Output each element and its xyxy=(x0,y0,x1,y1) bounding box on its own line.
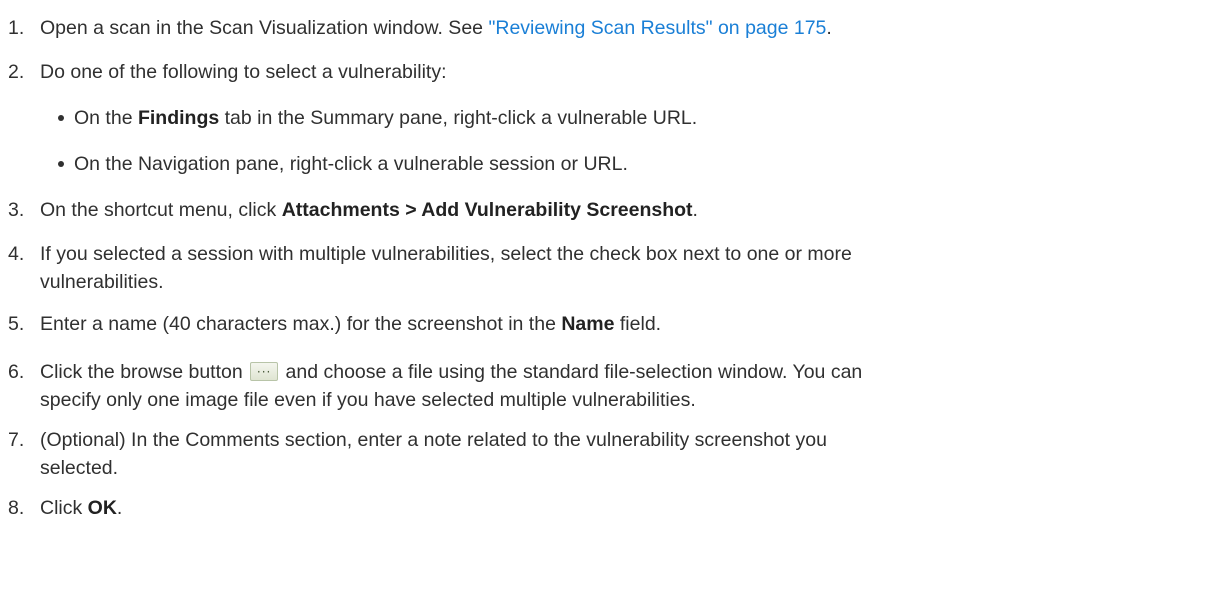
bullet-text: On the Navigation pane, right-click a vu… xyxy=(74,153,628,175)
step-text-line-1: If you selected a session with multiple … xyxy=(40,243,852,265)
step-1: 1. Open a scan in the Scan Visualization… xyxy=(8,14,1195,42)
step-number: 6. xyxy=(8,361,25,383)
step-number: 1. xyxy=(8,17,25,39)
step-number: 3. xyxy=(8,199,25,221)
step-text: Click the browse button xyxy=(40,361,249,383)
step-text: On the shortcut menu, click xyxy=(40,199,282,221)
step-5: 5. Enter a name (40 characters max.) for… xyxy=(8,310,1195,338)
step-number: 8. xyxy=(8,497,25,519)
bullet-icon xyxy=(58,161,64,167)
step-8: 8. Click OK. xyxy=(8,494,1195,522)
reviewing-scan-results-link[interactable]: "Reviewing Scan Results" on page 175 xyxy=(488,17,826,39)
step-text-end: . xyxy=(116,497,123,519)
step-7: 7. (Optional) In the Comments section, e… xyxy=(8,426,1195,482)
bullet-icon xyxy=(58,115,64,121)
step-text-line-2: vulnerabilities. xyxy=(40,271,164,293)
browse-button[interactable]: ··· xyxy=(250,362,279,381)
bullet-text-end: tab in the Summary pane, right-click a v… xyxy=(219,107,698,129)
step-number: 2. xyxy=(8,61,25,83)
procedure-page: 1. Open a scan in the Scan Visualization… xyxy=(0,0,1207,591)
ellipsis-icon: ··· xyxy=(256,365,272,379)
step-number: 5. xyxy=(8,313,25,335)
step-text-end: and choose a file using the standard fil… xyxy=(280,361,863,383)
name-field-label: Name xyxy=(561,313,615,335)
step-text-end: . xyxy=(692,199,698,221)
step-text-end: . xyxy=(826,17,832,39)
step-2: 2. Do one of the following to select a v… xyxy=(8,58,1195,86)
option-bullet-1: On the Findings tab in the Summary pane,… xyxy=(58,104,1195,132)
step-text-line-2: selected. xyxy=(40,457,119,479)
ok-label: OK xyxy=(87,497,117,519)
option-bullet-2: On the Navigation pane, right-click a vu… xyxy=(58,150,1195,178)
step-text-end: field. xyxy=(614,313,662,335)
step-text: Enter a name (40 characters max.) for th… xyxy=(40,313,562,335)
step-number: 7. xyxy=(8,429,25,451)
step-text-line-2: specify only one image file even if you … xyxy=(40,389,696,411)
step-text-line-1: (Optional) In the Comments section, ente… xyxy=(40,429,827,451)
bullet-text: On the xyxy=(74,107,138,129)
step-text: Do one of the following to select a vuln… xyxy=(40,61,447,83)
step-4: 4. If you selected a session with multip… xyxy=(8,240,1195,296)
step-text: Click xyxy=(40,497,88,519)
step-text: Open a scan in the Scan Visualization wi… xyxy=(40,17,489,39)
menu-path-label: Attachments > Add Vulnerability Screensh… xyxy=(281,199,693,221)
findings-label: Findings xyxy=(137,107,220,129)
step-number: 4. xyxy=(8,243,25,265)
step-6: 6. Click the browse button ··· and choos… xyxy=(8,358,1195,414)
step-3: 3. On the shortcut menu, click Attachmen… xyxy=(8,196,1195,224)
